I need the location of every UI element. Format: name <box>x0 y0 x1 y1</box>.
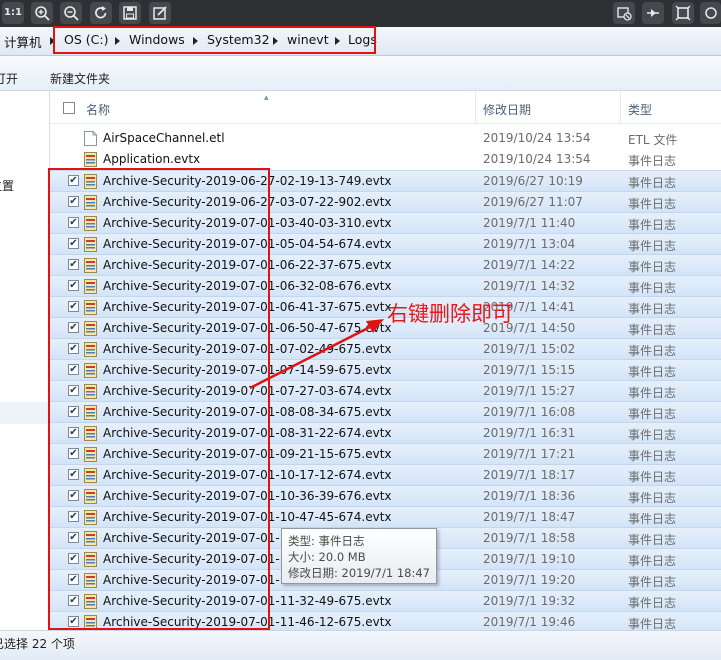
annotation-text: 右键删除即可 <box>387 302 513 326</box>
annotation-arrow <box>249 319 384 390</box>
